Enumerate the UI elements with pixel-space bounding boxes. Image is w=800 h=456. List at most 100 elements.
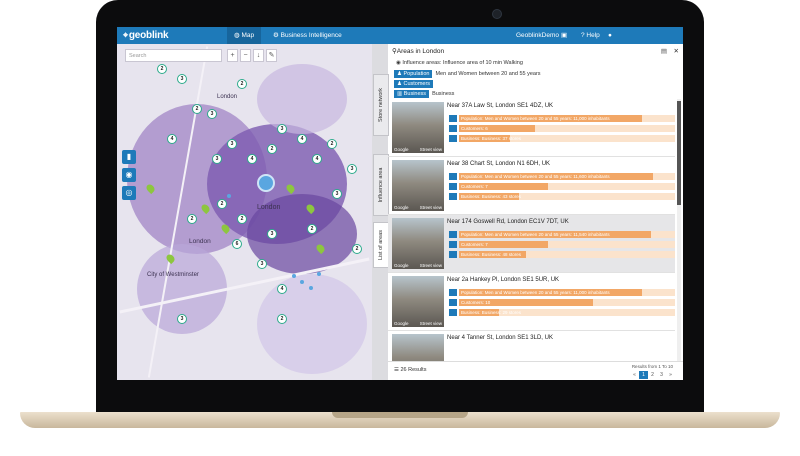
help-button[interactable]: ? Help xyxy=(581,27,600,44)
pagination[interactable]: «1 2 3» xyxy=(630,371,675,379)
poi-dot[interactable] xyxy=(309,286,313,290)
page-button[interactable]: » xyxy=(666,371,675,379)
selected-location-marker[interactable] xyxy=(257,174,275,192)
google-attribution: Google xyxy=(394,205,409,210)
results-panel: Store network Influence area List of are… xyxy=(372,44,683,380)
metric-bar: Business: Business: 43 stores xyxy=(449,193,675,200)
cluster-marker[interactable]: 2 xyxy=(237,79,247,89)
cluster-marker[interactable]: 3 xyxy=(207,109,217,119)
cluster-marker[interactable]: 4 xyxy=(277,284,287,294)
filter-tag-label: Customers xyxy=(403,81,431,87)
panel-title: ⚲Areas in London xyxy=(392,47,444,55)
page-button[interactable]: « xyxy=(630,371,639,379)
tab-store-network[interactable]: Store network xyxy=(373,74,389,136)
filter-customers: ♟ Customers xyxy=(394,80,436,88)
cluster-marker[interactable]: 2 xyxy=(307,224,317,234)
map-view[interactable]: London London London City of Westminster… xyxy=(117,44,372,380)
result-address: Near 174 Goswell Rd, London EC1V 7DT, UK xyxy=(447,219,569,225)
tab-map[interactable]: ◍ Map xyxy=(227,27,262,44)
tab-influence-area[interactable]: Influence area xyxy=(373,154,389,216)
tab-map-label: Map xyxy=(241,32,255,39)
cluster-marker[interactable]: 4 xyxy=(312,154,322,164)
poi-dot[interactable] xyxy=(292,274,296,278)
cluster-marker[interactable]: 2 xyxy=(327,139,337,149)
panel-content: ⚲Areas in London ▤ ✕ ◉ Influence areas: … xyxy=(388,44,683,380)
bar-label: Business: Business: 48 stores xyxy=(461,252,522,257)
cluster-marker[interactable]: 2 xyxy=(157,64,167,74)
map-search-input[interactable]: Search xyxy=(125,49,222,62)
eye-icon[interactable]: ◎ xyxy=(122,186,136,200)
map-label: City of Westminster xyxy=(147,272,199,278)
cluster-marker[interactable]: 4 xyxy=(167,134,177,144)
close-icon[interactable]: ✕ xyxy=(674,47,679,55)
poi-dot[interactable] xyxy=(227,194,231,198)
result-item[interactable]: Google Street view Near 37A Law St, London… xyxy=(388,99,675,157)
zoom-in-button[interactable]: + xyxy=(227,49,238,62)
export-icon[interactable]: ▤ xyxy=(661,47,667,55)
shop-icon xyxy=(449,193,457,200)
street-view-photo[interactable]: GoogleStreet view xyxy=(392,334,444,361)
result-item[interactable]: Google Street view Near 38 Chart St, Londo… xyxy=(388,157,675,215)
results-scrollbar[interactable] xyxy=(677,99,681,361)
cluster-marker[interactable]: 3 xyxy=(177,74,187,84)
poi-dot[interactable] xyxy=(300,280,304,284)
page-button[interactable]: 3 xyxy=(657,371,666,379)
page-button[interactable]: 1 xyxy=(639,371,648,379)
eraser-icon[interactable]: ✎ xyxy=(266,49,277,62)
result-item[interactable]: Google Street view Near 2a Hankey Pl, Lond… xyxy=(388,273,675,331)
choropleth-area xyxy=(257,64,347,134)
cluster-marker[interactable]: 2 xyxy=(352,244,362,254)
logo-text: geoblink xyxy=(128,30,169,41)
street-view-label: Street view xyxy=(419,321,442,326)
cluster-marker[interactable]: 4 xyxy=(297,134,307,144)
vertical-tabs: Store network Influence area List of are… xyxy=(372,44,389,380)
street-view-photo[interactable]: GoogleStreet view xyxy=(392,102,444,153)
cluster-marker[interactable]: 3 xyxy=(277,124,287,134)
download-icon[interactable]: ↓ xyxy=(253,49,264,62)
cluster-marker[interactable]: 2 xyxy=(267,144,277,154)
result-item[interactable]: Google Street view Near 174 Goswell Rd, Lo… xyxy=(388,215,675,273)
cluster-marker[interactable]: 2 xyxy=(217,199,227,209)
results-count: ☰ 26 Results xyxy=(394,367,426,373)
cluster-marker[interactable]: 2 xyxy=(237,214,247,224)
cluster-marker[interactable]: 3 xyxy=(177,314,187,324)
result-item[interactable]: GoogleStreet viewNear 4 Tanner St, Londo… xyxy=(388,331,675,361)
cluster-marker[interactable]: 2 xyxy=(192,104,202,114)
street-view-photo[interactable]: GoogleStreet view xyxy=(392,160,444,211)
poi-dot[interactable] xyxy=(317,272,321,276)
metric-bar: Population: Men and Women between 20 and… xyxy=(449,231,675,238)
people-icon xyxy=(449,183,457,190)
people-icon xyxy=(449,241,457,248)
tab-business-intelligence[interactable]: ⚙ Business Intelligence xyxy=(267,27,348,44)
tab-list-of-areas[interactable]: List of areas xyxy=(373,222,389,268)
user-name[interactable]: GeoblinkDemo xyxy=(516,27,559,44)
scrollbar-thumb[interactable] xyxy=(677,101,681,205)
cluster-marker[interactable]: 3 xyxy=(257,259,267,269)
filter-tag-label: Population xyxy=(403,71,430,77)
cluster-marker[interactable]: 3 xyxy=(267,229,277,239)
result-address: Near 4 Tanner St, London SE1 3LD, UK xyxy=(447,335,553,341)
location-icon[interactable]: ◉ xyxy=(122,168,136,182)
cluster-marker[interactable]: 4 xyxy=(247,154,257,164)
camera xyxy=(492,9,502,19)
filter-tag: ♟ Customers xyxy=(394,80,434,88)
results-list[interactable]: Google Street view Near 37A Law St, London… xyxy=(388,99,675,361)
cluster-marker[interactable]: 2 xyxy=(187,214,197,224)
cluster-marker[interactable]: 3 xyxy=(227,139,237,149)
cluster-marker[interactable]: 3 xyxy=(212,154,222,164)
cluster-marker[interactable]: 3 xyxy=(347,164,357,174)
bar-label: Customers: 7 xyxy=(461,184,488,189)
user-icon[interactable]: ● xyxy=(608,27,612,44)
zoom-out-button[interactable]: − xyxy=(240,49,251,62)
save-icon[interactable]: ▣ xyxy=(561,27,567,44)
cluster-marker[interactable]: 6 xyxy=(232,239,242,249)
street-view-photo[interactable]: GoogleStreet view xyxy=(392,276,444,327)
page-button[interactable]: 2 xyxy=(648,371,657,379)
map-label: London xyxy=(217,94,238,100)
bookmark-icon[interactable]: ▮ xyxy=(122,150,136,164)
cluster-marker[interactable]: 2 xyxy=(277,314,287,324)
logo[interactable]: ⌖geoblink xyxy=(123,30,169,41)
filter-business: ▥ Business Business xyxy=(394,90,454,98)
cluster-marker[interactable]: 3 xyxy=(332,189,342,199)
street-view-photo[interactable]: GoogleStreet view xyxy=(392,218,444,269)
